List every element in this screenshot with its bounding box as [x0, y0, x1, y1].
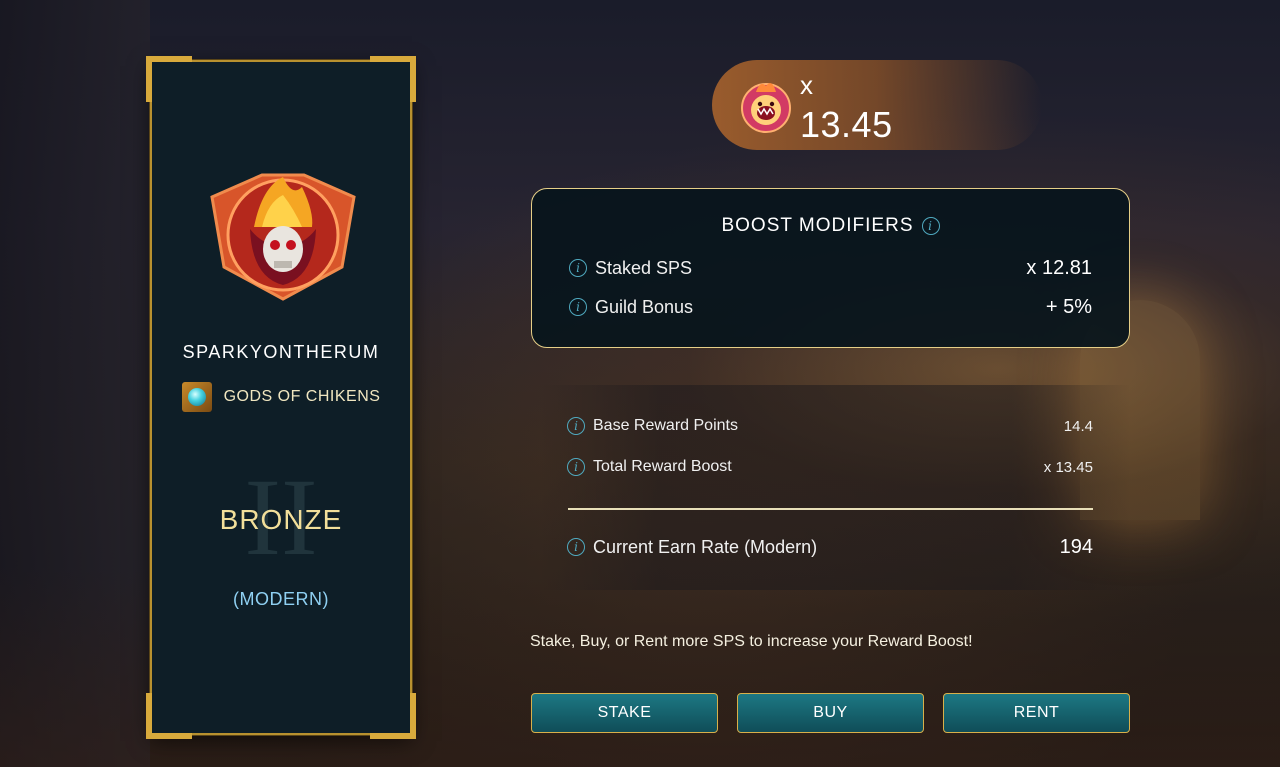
boost-row-value: x 12.81 [1026, 256, 1092, 279]
boost-row-value: + 5% [1045, 295, 1092, 318]
reward-boost-hint: Stake, Buy, or Rent more SPS to increase… [530, 633, 973, 650]
league-tier: II BRONZE [152, 462, 410, 582]
earn-rate-label: Current Earn Rate (Modern) [593, 536, 818, 557]
buy-button[interactable]: BUY [737, 693, 924, 733]
info-icon[interactable]: i [569, 298, 587, 316]
card-corner-ornament [370, 56, 416, 102]
earn-rate-value: 194 [1059, 535, 1093, 558]
info-icon[interactable]: i [567, 417, 585, 435]
total-boost-row: i Total Reward Boost x 13.45 [567, 456, 1093, 478]
card-corner-ornament [146, 56, 192, 102]
info-icon[interactable]: i [567, 458, 585, 476]
player-profile-card: SPARKYONTHERUM GODS OF CHIKENS II BRONZE… [146, 56, 416, 739]
info-icon[interactable]: i [567, 538, 585, 556]
card-corner-ornament [146, 693, 192, 739]
stake-button[interactable]: STAKE [531, 693, 718, 733]
guild-info[interactable]: GODS OF CHIKENS [152, 382, 410, 412]
flaming-skull-avatar-icon [210, 173, 356, 301]
player-username: SPARKYONTHERUM [182, 342, 380, 362]
multiplier-value: 13.45 [800, 104, 893, 145]
card-corner-ornament [370, 693, 416, 739]
boost-row-label: Guild Bonus [595, 296, 694, 317]
boost-modifiers-title: BOOST MODIFIERS i [532, 215, 1129, 237]
league-format: (MODERN) [233, 589, 329, 609]
boost-row-guild-bonus: i Guild Bonus + 5% [569, 294, 1092, 320]
info-icon[interactable]: i [569, 259, 587, 277]
base-reward-value: 14.4 [1063, 417, 1093, 435]
reward-multiplier-badge: x 13.45 [712, 60, 1042, 150]
info-icon[interactable]: i [921, 216, 940, 235]
earn-rate-row: i Current Earn Rate (Modern) 194 [567, 536, 1093, 558]
boost-row-staked-sps: i Staked SPS x 12.81 [569, 255, 1092, 281]
total-boost-value: x 13.45 [1043, 458, 1093, 476]
boost-modifiers-panel: BOOST MODIFIERS i i Staked SPS x 12.81 i … [531, 188, 1130, 348]
guild-gem-icon [181, 382, 212, 412]
fire-demon-icon [741, 83, 791, 133]
multiplier-prefix: x [800, 70, 813, 100]
guild-name: GODS OF CHIKENS [223, 388, 381, 405]
base-reward-row: i Base Reward Points 14.4 [567, 415, 1093, 437]
boost-modifiers-title-text: BOOST MODIFIERS [721, 215, 914, 236]
divider [568, 508, 1093, 510]
boost-row-label: Staked SPS [595, 257, 693, 278]
total-boost-label: Total Reward Boost [593, 458, 732, 475]
league-name: BRONZE [219, 504, 343, 535]
rent-button[interactable]: RENT [943, 693, 1130, 733]
base-reward-label: Base Reward Points [593, 417, 738, 434]
